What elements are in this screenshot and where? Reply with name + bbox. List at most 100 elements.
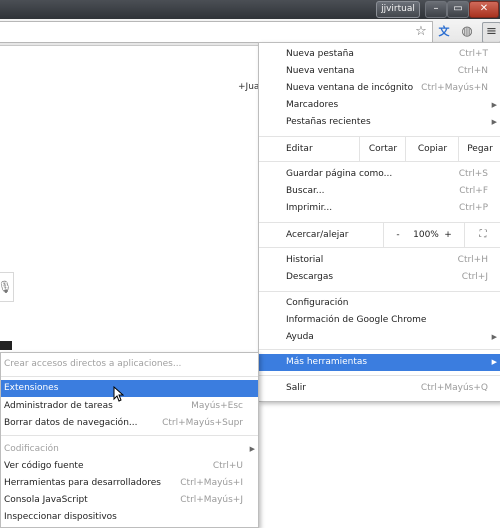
menu-item-shortcut: Ctrl+Mayús+Supr [162,418,243,428]
menu-item-shortcut: Ctrl+H [457,255,488,265]
chrome-main-menu: Nueva pestaña Ctrl+T Nueva ventana Ctrl+… [258,42,500,402]
cut-button[interactable]: Cortar [359,137,406,161]
zoom-out-button[interactable]: - [383,223,412,247]
menu-item-history[interactable]: Historial Ctrl+H [259,252,500,269]
menu-item-shortcut: Ctrl+F [459,186,488,196]
submenu-item-encoding[interactable]: Codificación ▶ [1,441,258,458]
menu-item-label: Marcadores [286,100,339,110]
menu-item-shortcut: Ctrl+N [457,66,488,76]
address-bar[interactable] [0,21,433,43]
menu-item-new-tab[interactable]: Nueva pestaña Ctrl+T [259,46,500,63]
submenu-item-view-source[interactable]: Ver código fuente Ctrl+U [1,458,258,475]
microphone-icon[interactable]: 🎙 [0,272,14,302]
menu-item-new-window[interactable]: Nueva ventana Ctrl+N [259,63,500,80]
menu-item-bookmarks[interactable]: Marcadores ▶ [259,97,500,114]
menu-icon[interactable]: ≡ [482,22,500,43]
menu-item-label: Nueva pestaña [286,49,354,59]
menu-item-print[interactable]: Imprimir... Ctrl+P [259,200,500,217]
submenu-item-task-manager[interactable]: Administrador de tareas Mayús+Esc [1,398,258,415]
zoom-label: Acercar/alejar [286,230,349,240]
zoom-level: 100% [413,230,439,240]
menu-item-label: Crear accesos directos a aplicaciones... [4,359,182,369]
translate-icon[interactable]: 文 [436,24,452,40]
menu-item-shortcut: Mayús+Esc [191,401,243,411]
menu-item-shortcut: Ctrl+Mayús+I [180,478,243,488]
maximize-button[interactable]: ▭ [447,1,469,18]
menu-item-shortcut: Ctrl+T [458,49,488,59]
menu-item-label: Ayuda [286,332,314,342]
menu-item-more-tools[interactable]: Más herramientas ▶ [259,354,500,371]
menu-item-save-page[interactable]: Guardar página como... Ctrl+S [259,166,500,183]
chevron-right-icon: ▶ [491,358,497,366]
copy-button[interactable]: Copiar [405,137,459,161]
menu-item-label: Buscar... [286,186,325,196]
chevron-right-icon: ▶ [491,118,497,126]
menu-item-incognito[interactable]: Nueva ventana de incógnito Ctrl+Mayús+N [259,80,500,97]
menu-separator [259,247,500,248]
zoom-in-button[interactable]: + [441,223,455,247]
menu-item-settings[interactable]: Configuración [259,295,500,312]
menu-item-help[interactable]: Ayuda ▶ [259,329,500,346]
menu-item-label: Salir [286,383,306,393]
menu-separator [1,435,258,436]
menu-item-find[interactable]: Buscar... Ctrl+F [259,183,500,200]
submenu-item-extensions[interactable]: Extensiones [1,380,258,397]
menu-item-label: Imprimir... [286,203,333,213]
submenu-item-inspect[interactable]: Inspeccionar dispositivos [1,509,258,526]
menu-item-label: Pestañas recientes [286,117,371,127]
menu-separator [259,161,500,162]
chevron-right-icon: ▶ [249,445,255,453]
menu-item-label: Consola JavaScript [4,495,88,505]
menu-item-shortcut: Ctrl+Mayús+N [421,83,488,93]
menu-item-label: Herramientas para desarrolladores [4,478,161,488]
menu-item-label: Configuración [286,298,349,308]
page-link[interactable]: +Jua [238,82,259,92]
window-titlebar: jjvirtual – ▭ ✕ [0,0,500,19]
chevron-right-icon: ▶ [491,333,497,341]
more-tools-submenu: Crear accesos directos a aplicaciones...… [0,352,259,528]
submenu-item-clear-data[interactable]: Borrar datos de navegación... Ctrl+Mayús… [1,415,258,432]
submenu-item-js-console[interactable]: Consola JavaScript Ctrl+Mayús+J [1,492,258,509]
menu-item-shortcut: Ctrl+S [458,169,488,179]
zoom-row: Acercar/alejar - 100% + ⛶ [259,223,500,247]
menu-item-label: Administrador de tareas [4,401,113,411]
menu-separator [259,349,500,350]
mouse-cursor-icon [113,386,124,402]
edit-row: Editar Cortar Copiar Pegar [259,137,500,161]
menu-item-label: Nueva ventana [286,66,355,76]
menu-item-recent-tabs[interactable]: Pestañas recientes ▶ [259,114,500,131]
menu-item-label: Ver código fuente [4,461,84,471]
menu-separator [1,376,258,377]
menu-item-label: Historial [286,255,324,265]
extension-icon[interactable]: ◍ [459,24,475,40]
menu-item-label: Más herramientas [286,357,368,367]
menu-separator [259,375,500,376]
menu-item-label: Extensiones [4,383,59,393]
close-window-button[interactable]: ✕ [469,1,499,18]
menu-item-about[interactable]: Información de Google Chrome [259,312,500,329]
profile-button[interactable]: jjvirtual [376,1,420,18]
star-icon[interactable]: ☆ [413,24,429,40]
page-image-fragment [0,341,12,350]
menu-item-shortcut: Ctrl+U [212,461,243,471]
menu-item-label: Información de Google Chrome [286,315,427,325]
menu-item-exit[interactable]: Salir Ctrl+Mayús+Q [259,380,500,397]
submenu-item-app-shortcuts[interactable]: Crear accesos directos a aplicaciones... [1,356,258,373]
fullscreen-icon[interactable]: ⛶ [464,223,500,247]
menu-item-label: Descargas [286,272,334,282]
menu-item-shortcut: Ctrl+J [461,272,488,282]
minimize-button[interactable]: – [425,1,447,18]
menu-item-label: Codificación [4,444,59,454]
menu-item-label: Borrar datos de navegación... [4,418,138,428]
menu-item-shortcut: Ctrl+Mayús+J [180,495,243,505]
menu-item-label: Nueva ventana de incógnito [286,83,414,93]
menu-item-shortcut: Ctrl+P [459,203,488,213]
menu-item-shortcut: Ctrl+Mayús+Q [420,383,488,393]
chevron-right-icon: ▶ [491,101,497,109]
menu-item-downloads[interactable]: Descargas Ctrl+J [259,269,500,286]
submenu-item-dev-tools[interactable]: Herramientas para desarrolladores Ctrl+M… [1,475,258,492]
menu-item-label: Guardar página como... [286,169,393,179]
edit-label: Editar [286,144,313,154]
menu-separator [259,291,500,292]
paste-button[interactable]: Pegar [458,137,500,161]
